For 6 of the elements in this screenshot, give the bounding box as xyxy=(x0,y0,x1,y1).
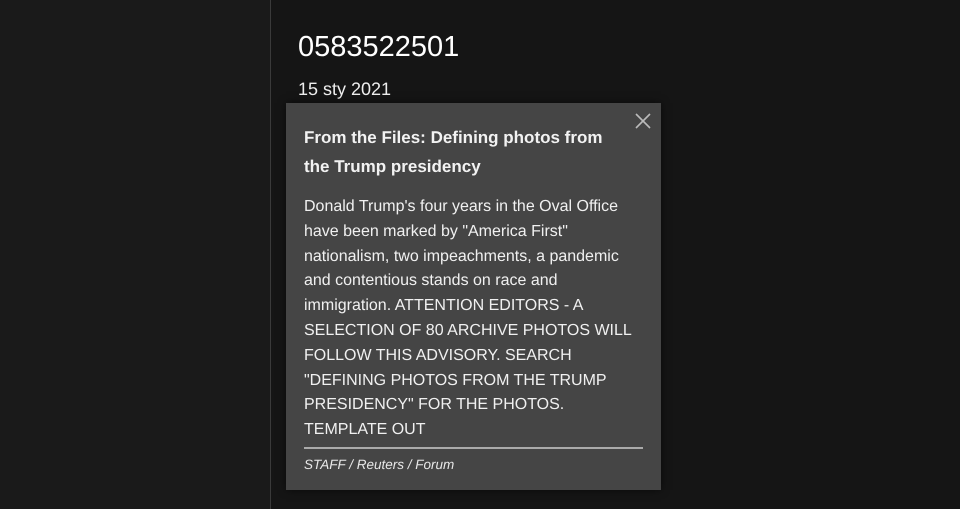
caption-title: From the Files: Defining photos from the Trump presidency xyxy=(304,127,604,178)
photo-date: 15 sty 2021 xyxy=(298,78,392,100)
photo-id-title: 0583522501 xyxy=(298,30,460,64)
close-icon[interactable] xyxy=(633,111,653,131)
photo-credit: STAFF / Reuters / Forum xyxy=(304,456,456,472)
caption-text: Donald Trump's four years in the Oval Office have been marked by "America First" nationalism, two impeachments, a pandemic and contentious stands on race and immigration. ATTENTION EDITORS - A SELECTION OF 80 ARCHIVE PHOTOS WILL FOLLOW THIS ADVISORY. SEARCH "DEFINING PHOTOS FROM THE TRUMP PRESIDENCY" FOR THE PHOTOS. TEMPLATE OUT xyxy=(304,197,632,440)
